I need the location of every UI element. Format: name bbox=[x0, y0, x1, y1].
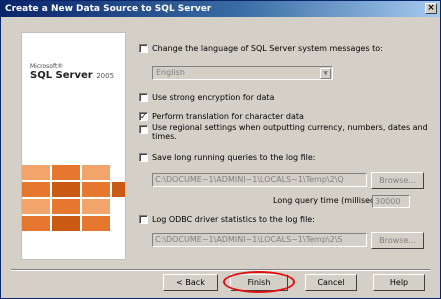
language-select[interactable]: English ▼ bbox=[152, 66, 333, 80]
browse-long-queries-button[interactable]: Browse... bbox=[371, 172, 424, 189]
separator bbox=[11, 269, 430, 271]
window-title: Create a New Data Source to SQL Server bbox=[5, 4, 212, 14]
brand-tile bbox=[82, 165, 110, 180]
brand-tile bbox=[82, 182, 110, 197]
regional-settings-checkbox[interactable] bbox=[139, 125, 148, 134]
close-icon: × bbox=[427, 3, 435, 13]
brand-product: SQL Server 2005 bbox=[30, 70, 114, 81]
change-language-label: Change the language of SQL Server system… bbox=[152, 44, 383, 53]
brand-tile bbox=[52, 216, 80, 231]
title-bar: Create a New Data Source to SQL Server × bbox=[1, 1, 440, 17]
brand-product-name: SQL Server bbox=[30, 70, 93, 81]
odbc-stats-label: Log ODBC driver statistics to the log fi… bbox=[152, 215, 315, 224]
browse-odbc-stats-button[interactable]: Browse... bbox=[371, 232, 424, 249]
brand-tile bbox=[52, 165, 80, 180]
cancel-button[interactable]: Cancel bbox=[305, 274, 357, 291]
back-button[interactable]: < Back bbox=[163, 274, 218, 291]
brand-tile bbox=[52, 199, 80, 214]
brand-tile bbox=[22, 165, 50, 180]
long-queries-label: Save long running queries to the log fil… bbox=[152, 153, 316, 162]
strong-encryption-checkbox[interactable] bbox=[139, 93, 148, 102]
brand-tile bbox=[82, 199, 110, 214]
sql-server-banner: Microsoft® SQL Server 2005 bbox=[21, 32, 126, 260]
brand-tile bbox=[82, 216, 110, 231]
odbc-stats-path-field[interactable]: C:\DOCUME~1\ADMINI~1\LOCALS~1\Temp\2\S bbox=[152, 233, 367, 247]
brand-tile bbox=[52, 182, 80, 197]
long-query-time-field[interactable]: 30000 bbox=[372, 195, 410, 208]
brand-vendor: Microsoft® bbox=[30, 63, 64, 70]
brand-tile bbox=[22, 199, 50, 214]
translation-label: Perform translation for character data bbox=[152, 112, 304, 121]
dialog-window: Create a New Data Source to SQL Server ×… bbox=[0, 0, 441, 299]
long-queries-checkbox[interactable] bbox=[139, 153, 148, 162]
close-button[interactable]: × bbox=[425, 3, 437, 14]
help-button[interactable]: Help bbox=[373, 274, 425, 291]
long-queries-path-field[interactable]: C:\DOCUME~1\ADMINI~1\LOCALS~1\Temp\2\Q bbox=[152, 173, 367, 187]
strong-encryption-label: Use strong encryption for data bbox=[152, 93, 275, 102]
brand-tile bbox=[22, 216, 50, 231]
regional-settings-label-line1: Use regional settings when outputting cu… bbox=[152, 123, 428, 132]
regional-settings-label-line2: times. bbox=[152, 132, 177, 141]
brand-tile bbox=[22, 182, 50, 197]
translation-checkbox[interactable]: ✓ bbox=[139, 112, 148, 121]
brand-tile bbox=[112, 182, 125, 197]
chevron-down-icon[interactable]: ▼ bbox=[320, 68, 331, 79]
language-value: English bbox=[156, 68, 185, 77]
brand-year: 2005 bbox=[96, 72, 115, 80]
finish-highlight-circle bbox=[223, 271, 295, 293]
change-language-checkbox[interactable] bbox=[139, 44, 148, 53]
odbc-stats-checkbox[interactable] bbox=[139, 215, 148, 224]
